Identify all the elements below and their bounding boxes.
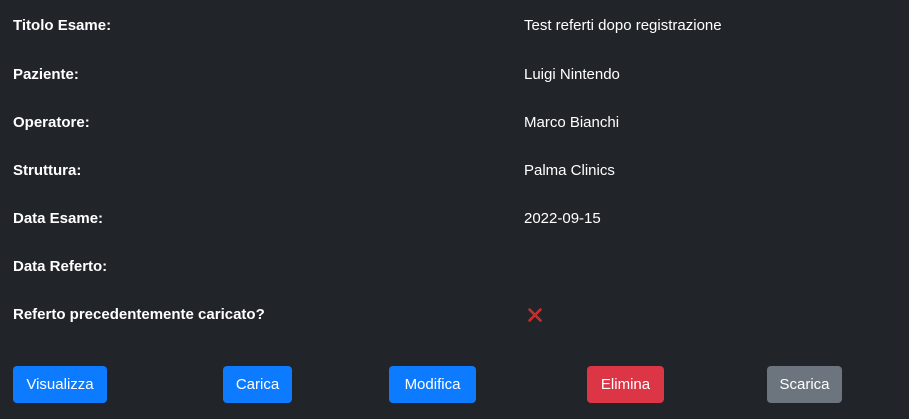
- download-button[interactable]: Scarica: [767, 366, 842, 403]
- edit-button[interactable]: Modifica: [389, 366, 476, 403]
- operator-value: Marco Bianchi: [524, 114, 620, 131]
- facility-value: Palma Clinics: [524, 162, 615, 179]
- detail-row-report-date: Data Referto:: [0, 255, 909, 279]
- detail-row-patient: Paziente: Luigi Nintendo: [0, 63, 909, 87]
- patient-value: Luigi Nintendo: [524, 66, 620, 83]
- exam-date-label: Data Esame:: [13, 210, 104, 227]
- detail-row-report-uploaded: Referto precedentemente caricato?: [0, 303, 909, 327]
- detail-row-facility: Struttura: Palma Clinics: [0, 159, 909, 183]
- facility-label: Struttura:: [13, 162, 82, 179]
- view-button[interactable]: Visualizza: [13, 366, 107, 403]
- detail-row-exam-date: Data Esame: 2022-09-15: [0, 207, 909, 231]
- upload-button[interactable]: Carica: [223, 366, 292, 403]
- report-uploaded-label: Referto precedentemente caricato?: [13, 306, 265, 323]
- detail-row-exam-title: Titolo Esame: Test referti dopo registra…: [0, 14, 909, 38]
- patient-label: Paziente:: [13, 66, 79, 83]
- operator-label: Operatore:: [13, 114, 90, 131]
- report-date-label: Data Referto:: [13, 258, 108, 275]
- delete-button[interactable]: Elimina: [587, 366, 664, 403]
- cross-mark-icon: [528, 308, 542, 322]
- exam-title-label: Titolo Esame:: [13, 17, 112, 34]
- exam-date-value: 2022-09-15: [524, 210, 601, 227]
- exam-title-value: Test referti dopo registrazione: [524, 17, 722, 34]
- detail-row-operator: Operatore: Marco Bianchi: [0, 111, 909, 135]
